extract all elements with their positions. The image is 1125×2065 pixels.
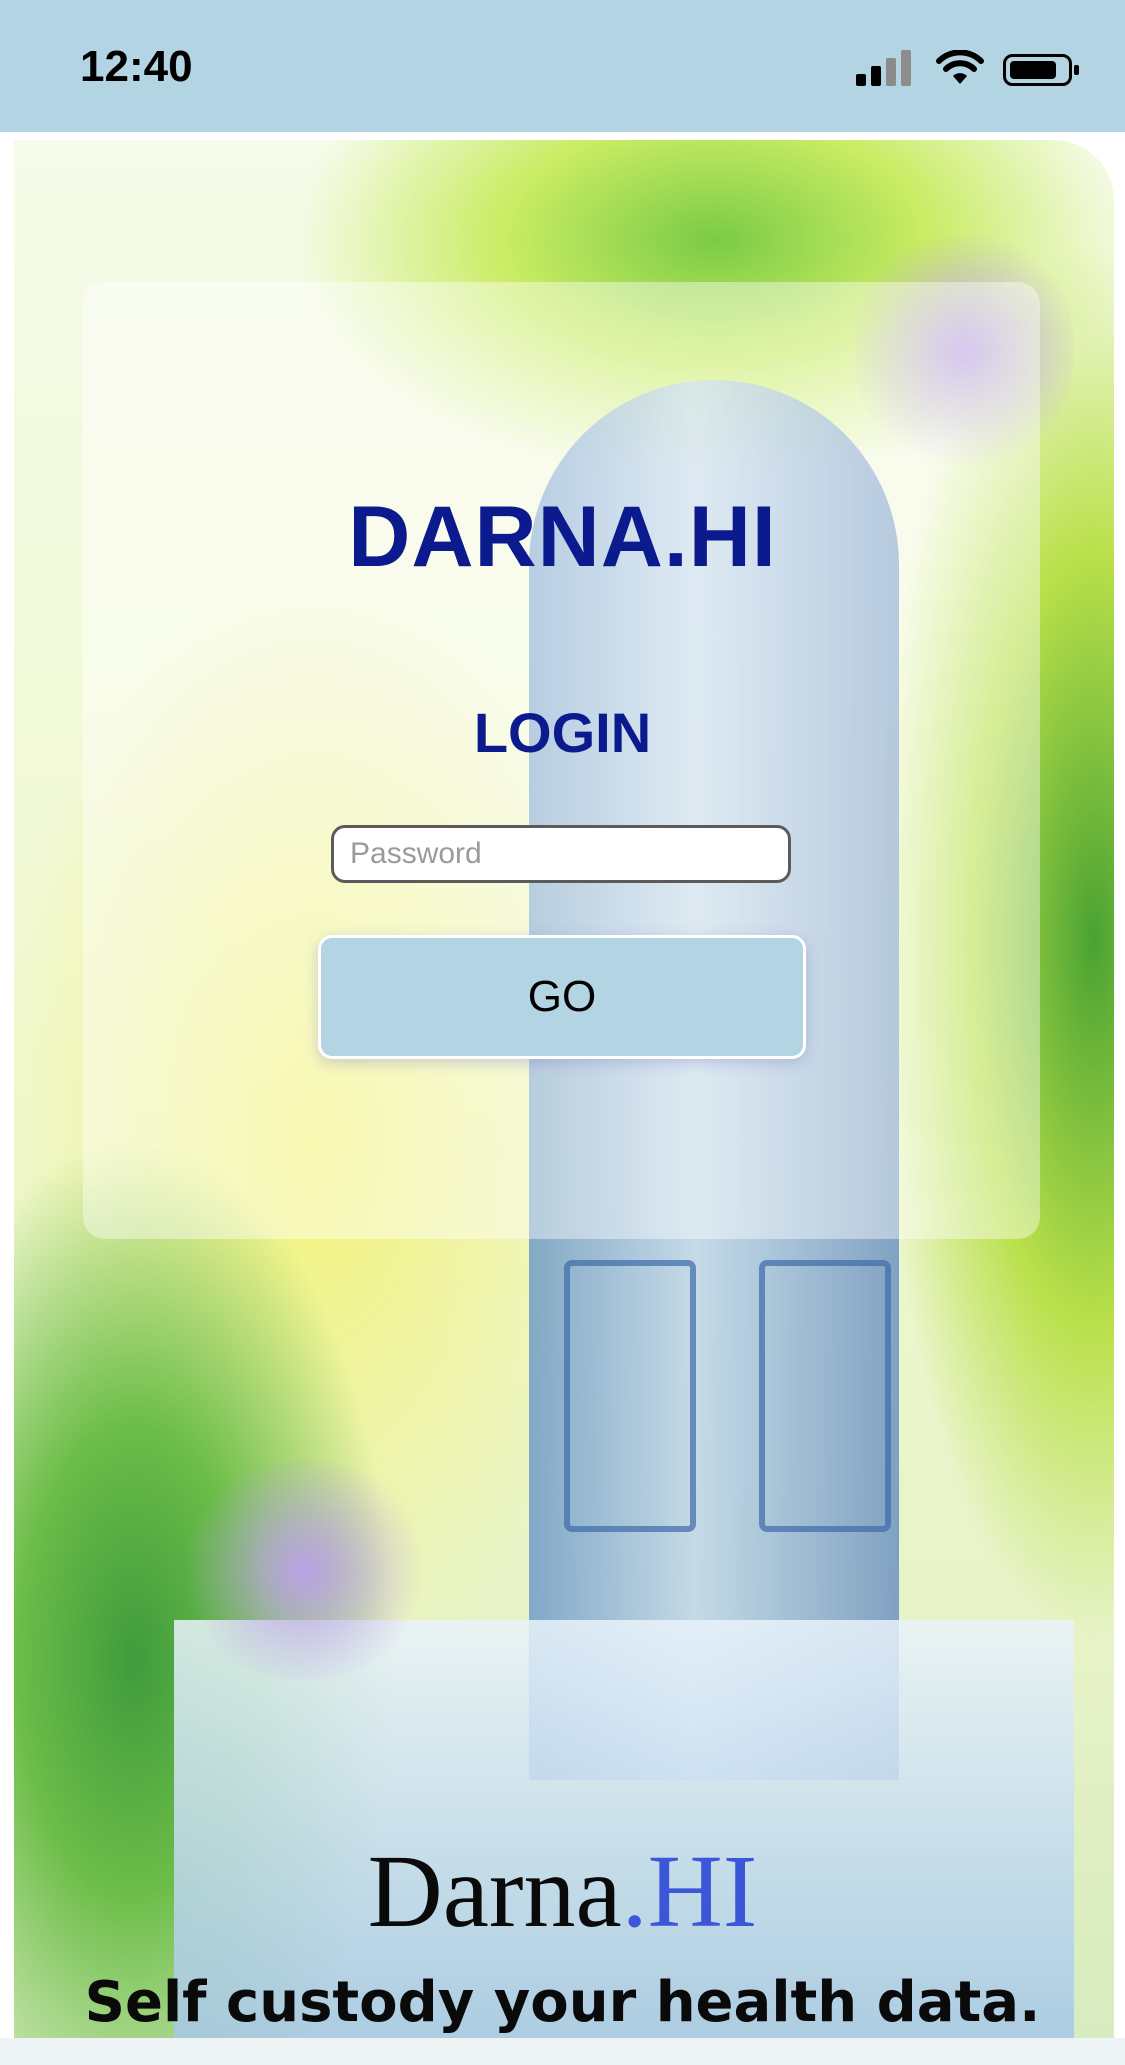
- door-panel: [759, 1260, 891, 1532]
- flowers-decoration: [174, 1460, 434, 1680]
- status-time: 12:40: [80, 42, 193, 91]
- password-input[interactable]: [331, 825, 791, 883]
- battery-icon: [1003, 54, 1079, 86]
- go-button[interactable]: GO: [318, 935, 806, 1059]
- door-panel: [564, 1260, 696, 1532]
- brand-logo-suffix: .HI: [621, 1834, 758, 1949]
- bottom-bar: [0, 2038, 1125, 2065]
- brand-logo: Darna.HI: [0, 1840, 1125, 1944]
- login-heading: LOGIN: [473, 701, 652, 764]
- app-title: DARNA.HI: [348, 489, 777, 585]
- status-bar: 12:40: [0, 0, 1125, 132]
- signal-icon: [856, 50, 911, 86]
- brand-logo-name: Darna: [367, 1834, 622, 1949]
- tagline: Self custody your health data.: [84, 1970, 1041, 2035]
- wifi-icon: [936, 50, 984, 84]
